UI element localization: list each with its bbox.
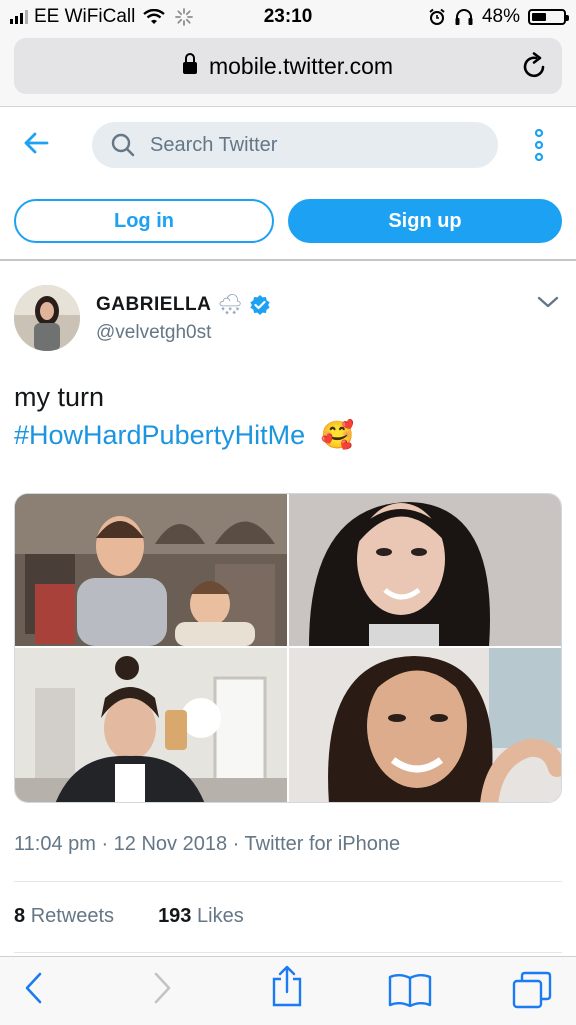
url-display[interactable]: mobile.twitter.com [14,53,562,80]
photo-3-image [15,648,287,802]
author-name-row: GABRIELLA 🌨 [96,292,271,317]
search-icon [111,133,135,157]
tweet-text: my turn #HowHardPubertyHitMe 🥰 [14,378,354,454]
tweet-photo-4[interactable] [289,648,561,802]
search-input[interactable]: Search Twitter [92,122,498,168]
url-text: mobile.twitter.com [208,53,394,79]
retweets-count: 8 [14,905,26,927]
signup-button[interactable]: Sign up [288,199,562,243]
arrow-left-icon[interactable] [22,129,50,157]
tweet-media-grid[interactable] [14,493,562,803]
browser-url-area: mobile.twitter.com [0,34,576,107]
lock-icon [182,53,197,74]
smiling-hearts-emoji: 🥰 [320,420,355,450]
bookmarks-icon[interactable] [388,973,432,1007]
browser-forward-icon[interactable] [150,971,174,1005]
photo-4-image [289,648,561,802]
avatar-image [14,285,80,351]
headphones-icon [455,9,473,25]
browser-back-icon[interactable] [22,971,46,1005]
tweet-photo-2[interactable] [289,494,561,646]
hashtag-link[interactable]: #HowHardPubertyHitMe [14,420,305,450]
battery-percentage: 48% [481,6,520,27]
retweets-stat[interactable]: 8 Retweets [14,905,114,928]
retweets-label: Retweets [30,905,115,927]
browser-toolbar [0,956,576,1025]
photo-1-image [15,494,287,646]
tweet-hashtag-line: #HowHardPubertyHitMe 🥰 [14,416,354,454]
avatar[interactable] [14,285,80,351]
likes-label: Likes [197,905,244,927]
search-placeholder: Search Twitter [150,134,278,156]
address-bar[interactable]: mobile.twitter.com [14,38,562,94]
tabs-icon[interactable] [512,971,552,1009]
share-icon[interactable] [270,965,304,1007]
tweet-photo-1[interactable] [15,494,287,646]
likes-count: 193 [158,905,192,927]
battery-icon [528,9,569,25]
cloud-snow-emoji: 🌨 [217,294,243,316]
tweet-text-line: my turn [14,382,105,412]
tweet-photo-3[interactable] [15,648,287,802]
tweet-stats: 8 Retweets 193 Likes [14,905,244,928]
user-handle[interactable]: @velvetgh0st [96,322,211,344]
verified-badge-icon [250,294,270,315]
reload-icon[interactable] [522,52,548,80]
photo-2-image [289,494,561,646]
status-bar: EE WiFiCall 23:10 48% [0,0,576,34]
display-name[interactable]: GABRIELLA [96,294,211,316]
likes-stat[interactable]: 193 Likes [158,905,244,928]
kebab-icon[interactable] [532,129,546,161]
tweet-timestamp[interactable]: 11:04 pm · 12 Nov 2018 · Twitter for iPh… [14,833,400,856]
login-button[interactable]: Log in [14,199,274,243]
chevron-down-icon[interactable] [536,294,560,310]
twitter-header: Search Twitter Log in Sign up [0,107,576,261]
divider [14,881,562,882]
alarm-icon [429,8,445,25]
battery-fill [532,13,547,21]
divider [14,952,562,953]
status-right: 48% [428,6,569,28]
